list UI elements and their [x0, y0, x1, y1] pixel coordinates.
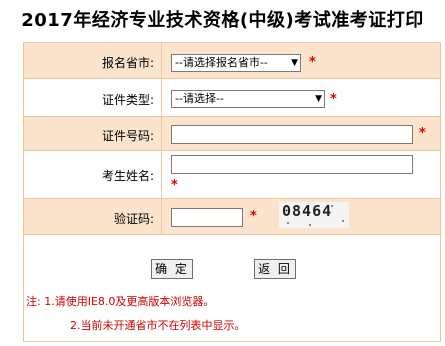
id-type-select[interactable]: --请选择-- ▼	[171, 90, 325, 108]
column-divider	[161, 117, 162, 150]
id-type-select-value: --请选择--	[175, 92, 224, 105]
column-divider	[161, 43, 162, 78]
form-row-captcha: 验证码: * 08464	[24, 199, 440, 235]
id-number-input[interactable]	[171, 125, 413, 144]
id-type-required-mark: *	[330, 92, 337, 107]
captcha-noise	[342, 220, 344, 222]
dropdown-arrow-icon: ▼	[291, 58, 298, 68]
back-button[interactable]: 返 回	[254, 259, 296, 279]
id-number-required-mark: *	[419, 126, 426, 141]
name-required-mark: *	[171, 178, 178, 193]
province-required-mark: *	[309, 55, 316, 70]
column-divider	[161, 79, 162, 116]
confirm-button[interactable]: 确 定	[151, 259, 193, 279]
captcha-image[interactable]: 08464	[279, 202, 349, 228]
province-select[interactable]: --请选择报名省市-- ▼	[171, 54, 301, 72]
captcha-required-mark: *	[250, 209, 257, 224]
captcha-input[interactable]	[171, 208, 243, 227]
captcha-noise	[287, 222, 289, 224]
captcha-noise	[331, 205, 333, 207]
form-row-buttons: 确 定 返 回	[24, 235, 440, 289]
page-title: 2017年经济专业技术资格(中级)考试准考证打印	[21, 10, 424, 31]
column-divider	[161, 199, 162, 234]
column-divider	[161, 151, 162, 198]
captcha-text: 08464	[282, 202, 333, 220]
form-row-id-type: 证件类型: --请选择-- ▼ *	[24, 79, 440, 117]
province-label: 报名省市:	[101, 56, 154, 70]
form-row-province: 报名省市: --请选择报名省市-- ▼ *	[24, 43, 440, 79]
captcha-noise	[309, 224, 311, 226]
exam-ticket-form: 报名省市: --请选择报名省市-- ▼ * 证件类型: --请选择-- ▼ * …	[23, 42, 441, 342]
notes-section: 注: 1.请使用IE8.0及更高版本浏览器。 2.当前未开通省市不在列表中显示。	[24, 289, 440, 341]
name-input[interactable]	[171, 155, 413, 174]
id-type-label: 证件类型:	[101, 93, 154, 107]
form-row-id-number: 证件号码: *	[24, 117, 440, 151]
id-number-label: 证件号码:	[101, 129, 154, 143]
captcha-label: 验证码:	[113, 212, 154, 226]
name-label: 考生姓名:	[101, 169, 154, 183]
note-line-2: 2.当前未开通省市不在列表中显示。	[70, 319, 246, 332]
province-select-value: --请选择报名省市--	[175, 56, 268, 69]
note-line-1: 注: 1.请使用IE8.0及更高版本浏览器。	[26, 295, 215, 308]
dropdown-arrow-icon: ▼	[315, 94, 322, 104]
form-row-name: 考生姓名: *	[24, 151, 440, 199]
